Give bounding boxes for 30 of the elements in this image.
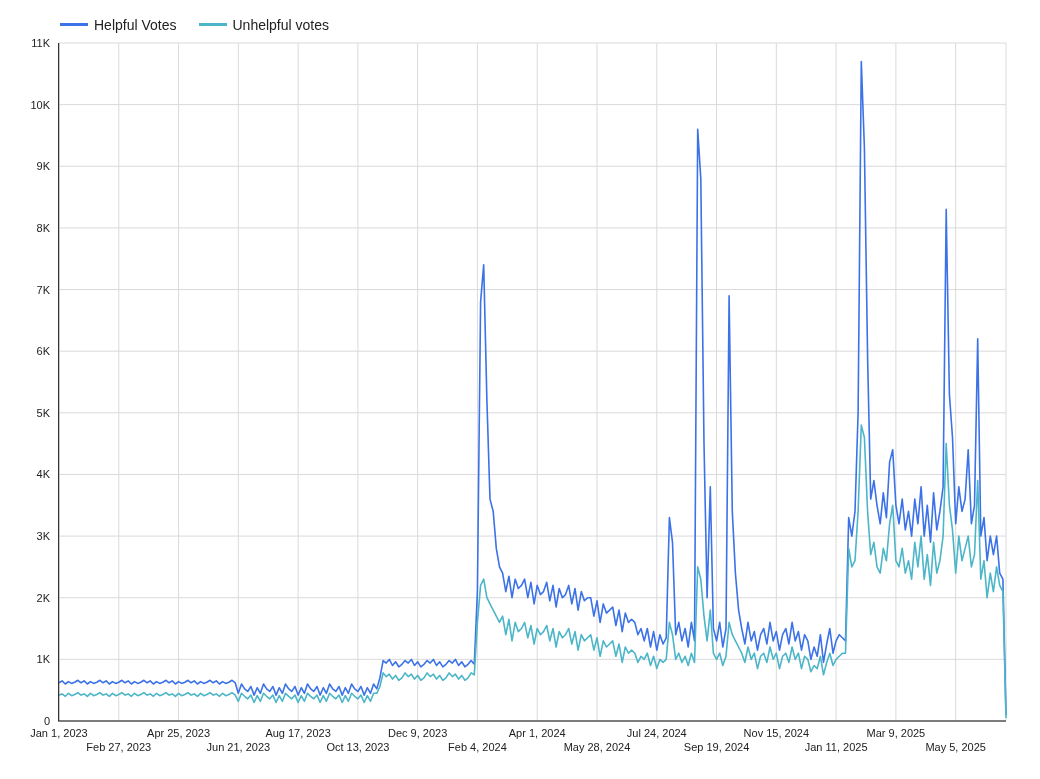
axis-label: 0 — [43, 715, 50, 727]
axis-label: Sep 19, 2024 — [683, 741, 750, 753]
axis-label: Feb 4, 2024 — [448, 741, 507, 753]
axis-label: Oct 13, 2023 — [326, 741, 390, 753]
axis-label: Jul 24, 2024 — [626, 727, 687, 739]
axis-label: Jun 21, 2023 — [206, 741, 271, 753]
axis-label: Apr 25, 2023 — [147, 727, 211, 739]
axis-label: 11K — [31, 37, 50, 49]
axis-label: 1K — [36, 653, 50, 666]
axis-label: Nov 15, 2024 — [743, 727, 810, 739]
axis-label: Jan 1, 2023 — [30, 727, 88, 739]
axis-label: 9K — [36, 160, 50, 173]
axis-label: 3K — [36, 530, 50, 543]
axis-label: 6K — [36, 345, 50, 358]
axis-label: 4K — [36, 468, 50, 481]
axis-label: Aug 17, 2023 — [265, 727, 331, 739]
axis-label: 5K — [36, 406, 50, 419]
axis-label: Apr 1, 2024 — [508, 727, 566, 739]
axis-label: 10K — [30, 98, 50, 111]
axis-label: Feb 27, 2023 — [86, 741, 152, 753]
axis-label: 7K — [36, 283, 50, 296]
legend-label: Unhelpful votes — [232, 17, 329, 33]
axis-label: Mar 9, 2025 — [866, 727, 926, 739]
axis-label: 8K — [36, 221, 50, 234]
axis-label: Dec 9, 2023 — [388, 727, 448, 739]
axis-label: 2K — [36, 591, 50, 604]
legend-label: Helpful Votes — [94, 17, 177, 33]
axis-label: Jan 11, 2025 — [804, 741, 868, 753]
axis-label: May 28, 2024 — [563, 741, 631, 753]
axis-label: May 5, 2025 — [925, 741, 986, 753]
